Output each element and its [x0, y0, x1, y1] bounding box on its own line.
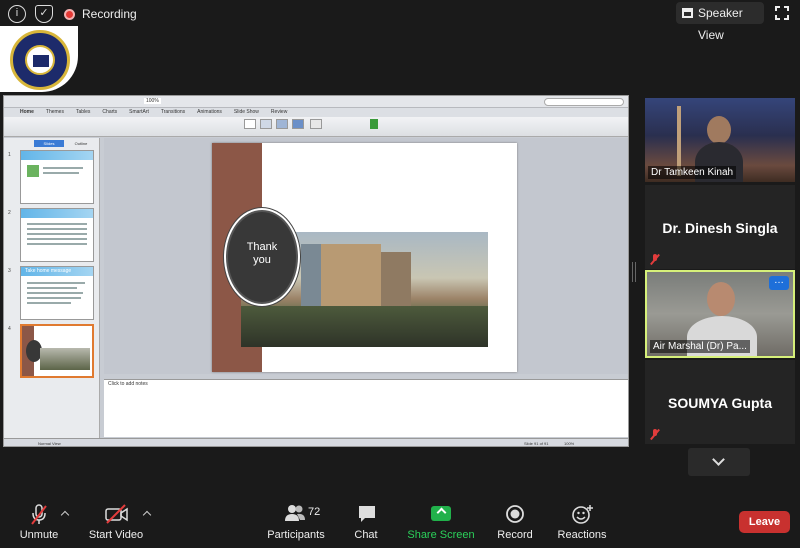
slide-thumbnail[interactable]: [20, 150, 94, 204]
unmute-label: Unmute: [19, 529, 59, 541]
participant-name: Dr Tamkeen Kinah: [648, 166, 737, 179]
participant-name: Dr. Dinesh Singla: [662, 220, 778, 236]
slide-thumbnail-pane: Slides Outline 1 2 3 Take home message 4: [4, 138, 100, 438]
info-icon[interactable]: i: [8, 5, 26, 23]
muted-mic-icon: [650, 428, 660, 441]
reactions-button[interactable]: Reactions: [554, 496, 610, 548]
ppt-ribbon: [4, 117, 628, 137]
grid-icon: [682, 8, 693, 18]
participant-tile[interactable]: Dr. Dinesh Singla: [645, 185, 795, 269]
ppt-tab[interactable]: SmartArt: [129, 108, 149, 117]
slide-canvas: Thank you: [104, 138, 628, 374]
outline-tab[interactable]: Outline: [66, 140, 96, 147]
participant-tile[interactable]: Dr Tamkeen Kinah: [645, 98, 795, 182]
participant-tile[interactable]: SOUMYA Gupta: [645, 360, 795, 444]
record-icon: [506, 505, 524, 523]
reactions-icon: [572, 505, 593, 524]
speaker-view-label: Speaker View: [698, 6, 743, 42]
ppt-zoom: 100%: [144, 98, 161, 104]
muted-mic-icon: [31, 504, 47, 525]
record-button[interactable]: Record: [494, 496, 536, 548]
panel-resize-handle[interactable]: [632, 262, 636, 282]
ppt-tab[interactable]: Themes: [46, 108, 64, 117]
more-options-button[interactable]: …: [769, 276, 789, 290]
slide-thumbnail[interactable]: [20, 208, 94, 262]
start-video-label: Start Video: [88, 529, 144, 541]
ppt-tab[interactable]: Tables: [76, 108, 90, 117]
ppt-tab[interactable]: Home: [20, 108, 34, 117]
participants-count: 72: [308, 506, 321, 518]
notes-placeholder: Click to add notes: [108, 381, 148, 387]
status-slide: Slide 91 of 91: [524, 441, 549, 446]
thumb-title: Take home message: [25, 268, 72, 274]
start-video-button[interactable]: Start Video: [86, 496, 146, 548]
participant-name: SOUMYA Gupta: [668, 395, 772, 411]
share-screen-label: Share Screen: [407, 529, 475, 541]
muted-mic-icon: [650, 253, 660, 266]
current-slide[interactable]: Thank you: [212, 143, 517, 372]
organization-logo: [0, 26, 78, 92]
scroll-down-button[interactable]: [688, 448, 750, 476]
participant-name: Air Marshal (Dr) Pa...: [650, 340, 750, 353]
participant-video: [707, 282, 735, 316]
participants-button[interactable]: 72 Participants: [266, 496, 326, 548]
ppt-tab[interactable]: Charts: [102, 108, 117, 117]
speaker-view-button[interactable]: Speaker View: [676, 2, 764, 42]
share-screen-icon: [431, 506, 451, 521]
shield-icon[interactable]: ✓: [35, 5, 53, 23]
participant-video: [707, 116, 731, 144]
participants-icon: [285, 505, 305, 521]
ppt-tab[interactable]: Slide Show: [234, 108, 259, 117]
share-screen-button[interactable]: Share Screen: [406, 496, 476, 548]
ppt-tab[interactable]: Transitions: [161, 108, 185, 117]
meeting-top-bar: i ✓ Recording Speaker View: [0, 0, 800, 42]
slide-text-line: Thank: [246, 241, 278, 253]
slide-text-line: you: [253, 254, 271, 266]
thumb-number: 2: [8, 210, 11, 216]
thumb-number: 3: [8, 268, 11, 274]
shared-screen[interactable]: 100% Home Themes Tables Charts SmartArt Trans…: [3, 95, 629, 447]
thumb-number: 4: [8, 326, 11, 332]
participants-label: Participants: [267, 529, 325, 541]
ppt-tab[interactable]: Review: [271, 108, 287, 117]
participant-tile-active[interactable]: … Air Marshal (Dr) Pa...: [645, 270, 795, 358]
ppt-tab[interactable]: Animations: [197, 108, 222, 117]
slide-thumbnail[interactable]: Take home message: [20, 266, 94, 320]
chat-icon: [359, 506, 375, 522]
reactions-label: Reactions: [557, 529, 607, 541]
leave-button[interactable]: Leave: [739, 511, 790, 533]
notes-pane[interactable]: Click to add notes: [104, 379, 628, 437]
status-view: Normal View: [38, 441, 61, 446]
recording-icon: [64, 9, 75, 20]
video-off-icon: [105, 504, 128, 524]
chat-button[interactable]: Chat: [346, 496, 386, 548]
ppt-search-field[interactable]: [544, 98, 624, 106]
recording-label: Recording: [82, 7, 137, 21]
ppt-ribbon-tabs: Home Themes Tables Charts SmartArt Transition…: [4, 108, 628, 117]
ppt-titlebar: 100%: [4, 96, 628, 108]
unmute-button[interactable]: Unmute: [12, 496, 66, 548]
status-zoom: 100%: [564, 441, 575, 446]
thumb-number: 1: [8, 152, 11, 158]
chevron-down-icon: [712, 453, 725, 466]
slides-tab[interactable]: Slides: [34, 140, 64, 147]
slide-text: Thank you: [226, 241, 298, 267]
record-label: Record: [497, 529, 533, 541]
ppt-status-bar: Normal View Slide 91 of 91 100%: [4, 438, 628, 446]
fullscreen-icon[interactable]: [775, 6, 789, 20]
meeting-toolbar: Unmute Start Video 72 Participants Chat …: [0, 496, 800, 548]
chat-label: Chat: [354, 529, 378, 541]
slide-thumbnail-selected[interactable]: [20, 324, 94, 378]
